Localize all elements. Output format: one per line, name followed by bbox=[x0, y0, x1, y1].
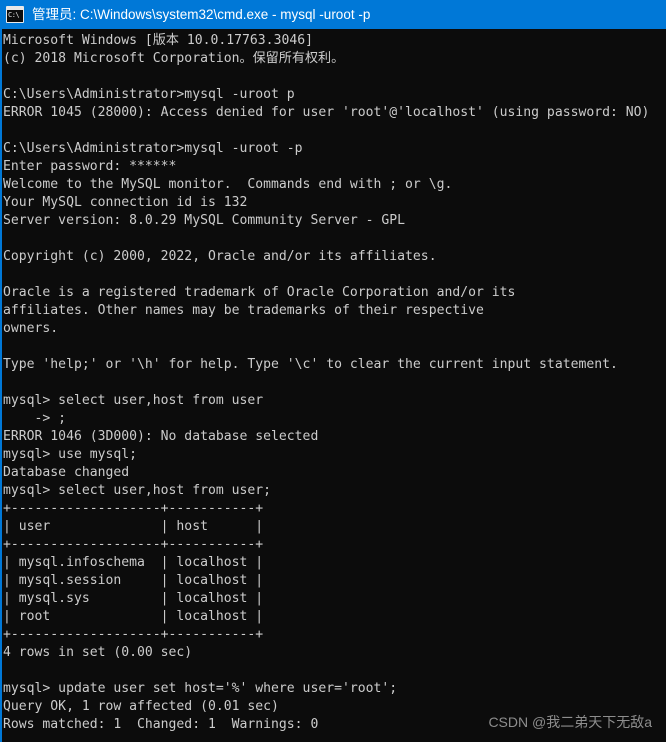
console-line: ERROR 1046 (3D000): No database selected bbox=[3, 429, 319, 444]
cmd-console-icon bbox=[6, 6, 24, 23]
console-line: | root | localhost | bbox=[3, 609, 264, 624]
console-line: +-------------------+-----------+ bbox=[3, 501, 264, 516]
window-title: 管理员: C:\Windows\system32\cmd.exe - mysql… bbox=[32, 7, 371, 22]
console-line: 4 rows in set (0.00 sec) bbox=[3, 645, 193, 660]
title-bar[interactable]: 管理员: C:\Windows\system32\cmd.exe - mysql… bbox=[2, 0, 666, 29]
console-line: mysql> use mysql; bbox=[3, 447, 138, 462]
console-line: Oracle is a registered trademark of Orac… bbox=[3, 285, 516, 300]
console-line: +-------------------+-----------+ bbox=[3, 627, 264, 642]
console-line: C:\Users\Administrator>mysql -uroot p bbox=[3, 87, 295, 102]
console-line: | mysql.session | localhost | bbox=[3, 573, 264, 588]
console-line: (c) 2018 Microsoft Corporation。保留所有权利。 bbox=[3, 51, 345, 66]
console-line: Microsoft Windows [版本 10.0.17763.3046] bbox=[3, 33, 313, 48]
console-line: Your MySQL connection id is 132 bbox=[3, 195, 248, 210]
console-line: Type 'help;' or '\h' for help. Type '\c'… bbox=[3, 357, 618, 372]
console-line: mysql> select user,host from user; bbox=[3, 483, 272, 498]
console-text: Microsoft Windows [版本 10.0.17763.3046] (c… bbox=[3, 32, 666, 742]
console-line: Copyright (c) 2000, 2022, Oracle and/or … bbox=[3, 249, 437, 264]
console-line: Server version: 8.0.29 MySQL Community S… bbox=[3, 213, 406, 228]
console-line: -> ; bbox=[3, 411, 67, 426]
console-line: Welcome to the MySQL monitor. Commands e… bbox=[3, 177, 453, 192]
console-line: affiliates. Other names may be trademark… bbox=[3, 303, 484, 318]
cmd-window: 管理员: C:\Windows\system32\cmd.exe - mysql… bbox=[0, 0, 666, 742]
console-line: C:\Users\Administrator>mysql -uroot -p bbox=[3, 141, 303, 156]
console-line: mysql> select user,host from user bbox=[3, 393, 264, 408]
console-line: owners. bbox=[3, 321, 59, 336]
console-line: | user | host | bbox=[3, 519, 264, 534]
console-line: ERROR 1045 (28000): Access denied for us… bbox=[3, 105, 650, 120]
console-line: Enter password: ****** bbox=[3, 159, 177, 174]
console-line: mysql> update user set host='%' where us… bbox=[3, 681, 398, 696]
console-line: +-------------------+-----------+ bbox=[3, 537, 264, 552]
console-line: | mysql.infoschema | localhost | bbox=[3, 555, 264, 570]
console-line: Database changed bbox=[3, 465, 130, 480]
console-line: | mysql.sys | localhost | bbox=[3, 591, 264, 606]
watermark-label: CSDN @我二弟天下无敌a bbox=[488, 714, 652, 730]
console-output-area[interactable]: Microsoft Windows [版本 10.0.17763.3046] (c… bbox=[2, 29, 666, 742]
